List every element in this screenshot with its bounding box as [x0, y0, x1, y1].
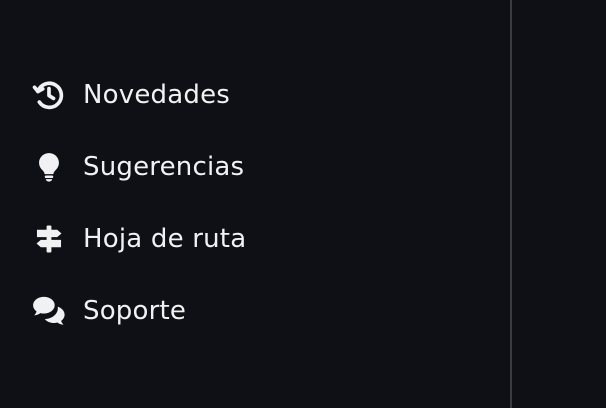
menu-item-label: Hoja de ruta	[83, 224, 247, 254]
menu-item-sugerencias[interactable]: Sugerencias	[31, 131, 246, 203]
sidebar-menu: Novedades Sugerencias Hoja de ruta Sopor…	[0, 0, 510, 408]
menu-item-label: Soporte	[83, 296, 187, 326]
menu-item-label: Sugerencias	[83, 152, 245, 182]
content-pane	[512, 0, 606, 408]
menu-item-soporte[interactable]: Soporte	[31, 275, 246, 347]
lightbulb-icon	[31, 149, 67, 185]
chat-bubbles-icon	[31, 293, 67, 329]
menu-list: Novedades Sugerencias Hoja de ruta Sopor…	[31, 59, 246, 347]
menu-item-novedades[interactable]: Novedades	[31, 59, 246, 131]
history-icon	[31, 77, 67, 113]
menu-item-hoja-de-ruta[interactable]: Hoja de ruta	[31, 203, 246, 275]
signpost-icon	[31, 221, 67, 257]
menu-item-label: Novedades	[83, 80, 231, 110]
app-window: Novedades Sugerencias Hoja de ruta Sopor…	[0, 0, 606, 408]
